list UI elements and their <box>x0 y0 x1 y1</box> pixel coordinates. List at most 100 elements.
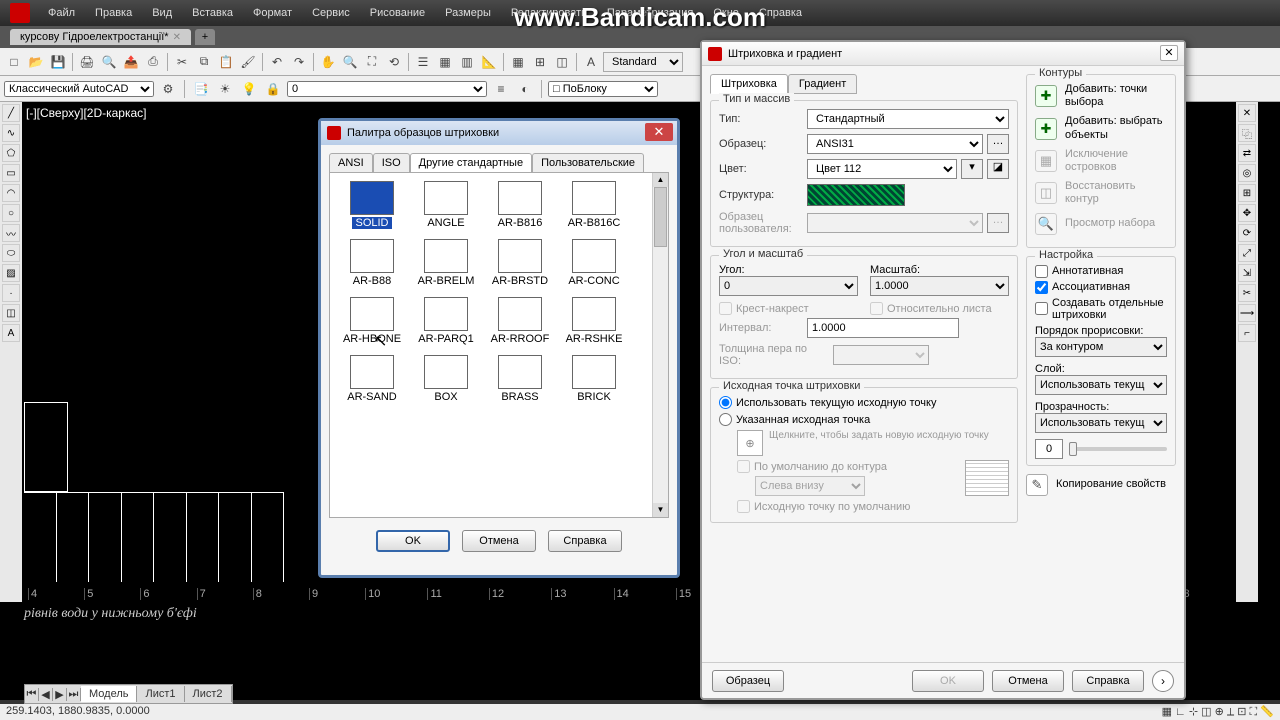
sun-icon[interactable]: ☀ <box>215 79 235 99</box>
palette-tab[interactable]: Пользовательские <box>532 153 644 172</box>
text-tool-icon[interactable]: A <box>2 324 20 342</box>
zoom-win-icon[interactable]: ⛶ <box>362 52 382 72</box>
bulb-icon[interactable]: 💡 <box>239 79 259 99</box>
publish-icon[interactable]: 📤 <box>121 52 141 72</box>
undo-icon[interactable]: ↶ <box>267 52 287 72</box>
viewport-label[interactable]: [-][Сверху][2D-каркас] <box>26 106 147 120</box>
new-icon[interactable]: □ <box>4 52 24 72</box>
transparency-input[interactable] <box>1035 439 1063 459</box>
layout-tab-1[interactable]: Лист1 <box>137 686 184 702</box>
hatch-swatch[interactable]: AR-HBONE↖ <box>338 297 406 345</box>
stretch-icon[interactable]: ⇲ <box>1238 264 1256 282</box>
copy-icon[interactable]: ⧉ <box>194 52 214 72</box>
preview-button[interactable]: Образец <box>712 670 784 692</box>
menu-Формат[interactable]: Формат <box>243 3 302 23</box>
color-select[interactable]: □ ПоБлоку <box>548 81 658 97</box>
print-icon[interactable]: 🖨 <box>77 52 97 72</box>
open-icon[interactable]: 📂 <box>26 52 46 72</box>
document-tab[interactable]: курсову Гідроелектростанції* ✕ <box>10 29 191 45</box>
hatch-swatch[interactable]: AR-BRELM <box>412 239 480 287</box>
mirror-icon[interactable]: ⇄ <box>1238 144 1256 162</box>
zoom-icon[interactable]: 🔍 <box>340 52 360 72</box>
palette-tab[interactable]: ISO <box>373 153 410 172</box>
props-icon[interactable]: ☰ <box>413 52 433 72</box>
scroll-up-icon[interactable]: ▲ <box>653 173 668 187</box>
lock-icon[interactable]: 🔒 <box>263 79 283 99</box>
new-tab-button[interactable]: + <box>195 29 215 45</box>
scrollbar[interactable]: ▲ ▼ <box>652 173 668 517</box>
transparency-slider[interactable] <box>1069 447 1167 451</box>
app-logo-icon[interactable] <box>10 3 30 23</box>
calc-icon[interactable]: 📐 <box>479 52 499 72</box>
hatch-swatch[interactable]: AR-PARQ1 <box>412 297 480 345</box>
hatch-swatch[interactable]: AR-RSHKE <box>560 297 628 345</box>
hatch-swatch[interactable]: AR-B816 <box>486 181 554 229</box>
ellipse-icon[interactable]: ⬭ <box>2 244 20 262</box>
type-select[interactable]: Стандартный <box>807 109 1009 129</box>
hatch-swatch[interactable]: AR-B88 <box>338 239 406 287</box>
erase-icon[interactable]: ✕ <box>1238 104 1256 122</box>
menu-Вставка[interactable]: Вставка <box>182 3 243 23</box>
point-icon[interactable]: · <box>2 284 20 302</box>
line-icon[interactable]: ╱ <box>2 104 20 122</box>
tab-hatch[interactable]: Штриховка <box>710 74 788 94</box>
trim-icon[interactable]: ✂ <box>1238 284 1256 302</box>
pan-icon[interactable]: ✋ <box>318 52 338 72</box>
origin-specified-radio[interactable] <box>719 413 732 426</box>
hatch-swatch[interactable]: AR-B816C <box>560 181 628 229</box>
arc-icon[interactable]: ◠ <box>2 184 20 202</box>
close-icon[interactable]: ✕ <box>645 123 673 141</box>
browse-pattern-button[interactable]: … <box>987 134 1009 154</box>
ok-button[interactable]: OK <box>912 670 984 692</box>
text-icon[interactable]: A <box>581 52 601 72</box>
status-icons[interactable]: ▦ ∟ ⊹ ◫ ⊕ ⟂ ⊡ ⛶ 📏 <box>1162 705 1274 719</box>
hatch-swatch[interactable]: AR-BRSTD <box>486 239 554 287</box>
menu-Параметризация[interactable]: Параметризация <box>597 3 703 23</box>
menu-Вид[interactable]: Вид <box>142 3 182 23</box>
pline-icon[interactable]: ∿ <box>2 124 20 142</box>
help-button[interactable]: Справка <box>548 530 622 552</box>
layer-state-icon[interactable]: ≡ <box>491 79 511 99</box>
scroll-thumb[interactable] <box>654 187 667 247</box>
hatch-swatch[interactable]: BRASS <box>486 355 554 403</box>
layer-props-icon[interactable]: 📑 <box>191 79 211 99</box>
menu-Редактировать[interactable]: Редактировать <box>501 3 597 23</box>
annotative-checkbox[interactable] <box>1035 265 1048 278</box>
pattern-select[interactable]: ANSI31 <box>807 134 983 154</box>
close-icon[interactable]: ✕ <box>1160 45 1178 61</box>
region-icon[interactable]: ◫ <box>2 304 20 322</box>
sheets-icon[interactable]: ▦ <box>435 52 455 72</box>
hatch-swatch[interactable]: ANGLE <box>412 181 480 229</box>
cancel-button[interactable]: Отмена <box>462 530 536 552</box>
match-icon[interactable]: 🖌 <box>238 52 258 72</box>
workspace-select[interactable]: Классический AutoCAD <box>4 81 154 97</box>
block-icon[interactable]: ◫ <box>552 52 572 72</box>
ok-button[interactable]: OK <box>376 530 450 552</box>
interval-input[interactable] <box>807 318 959 338</box>
menu-Сервис[interactable]: Сервис <box>302 3 360 23</box>
redo-icon[interactable]: ↷ <box>289 52 309 72</box>
transparency-select[interactable]: Использовать текущ <box>1035 413 1167 433</box>
array-icon[interactable]: ⊞ <box>1238 184 1256 202</box>
separate-checkbox[interactable] <box>1035 302 1048 315</box>
menu-Файл[interactable]: Файл <box>38 3 85 23</box>
add-points-button[interactable]: ✚Добавить: точки выбора <box>1035 83 1167 109</box>
rect-icon[interactable]: ▭ <box>2 164 20 182</box>
hatch-swatch[interactable]: BOX <box>412 355 480 403</box>
menu-Размеры[interactable]: Размеры <box>435 3 501 23</box>
expand-icon[interactable]: › <box>1152 670 1174 692</box>
tab-gradient[interactable]: Градиент <box>788 74 857 94</box>
palette-tab[interactable]: Другие стандартные <box>410 153 532 172</box>
hatch-swatch[interactable]: AR-CONC <box>560 239 628 287</box>
hatch-swatch[interactable]: SOLID <box>338 181 406 229</box>
scale-select[interactable]: 1.0000 <box>870 276 1009 296</box>
zoom-prev-icon[interactable]: ⟲ <box>384 52 404 72</box>
table-icon[interactable]: ▦ <box>508 52 528 72</box>
menu-Окно[interactable]: Окно <box>703 3 749 23</box>
cancel-button[interactable]: Отмена <box>992 670 1064 692</box>
fillet-icon[interactable]: ⌐ <box>1238 324 1256 342</box>
offset-icon[interactable]: ◎ <box>1238 164 1256 182</box>
menu-Правка[interactable]: Правка <box>85 3 142 23</box>
grid-icon[interactable]: ⊞ <box>530 52 550 72</box>
spline-icon[interactable]: 〰 <box>2 224 20 242</box>
